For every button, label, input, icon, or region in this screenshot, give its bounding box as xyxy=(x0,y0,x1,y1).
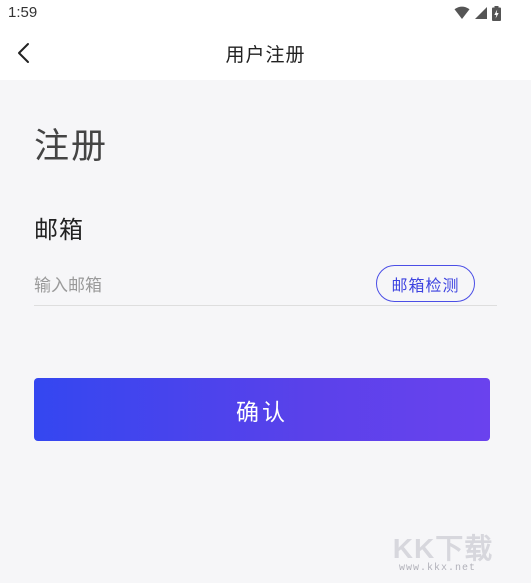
status-icons xyxy=(454,5,501,21)
wifi-icon xyxy=(454,6,470,19)
check-email-button[interactable]: 邮箱检测 xyxy=(376,265,475,302)
watermark-url: www.kkx.net xyxy=(399,563,477,574)
nav-bar: 用户注册 xyxy=(0,26,531,80)
watermark: KK下载 www.kkx.net xyxy=(383,527,523,577)
battery-charging-icon xyxy=(492,5,501,21)
form-heading: 注册 xyxy=(34,127,109,167)
status-bar: 1:59 xyxy=(0,0,531,26)
email-label: 邮箱 xyxy=(34,216,84,244)
status-time: 1:59 xyxy=(8,4,38,21)
page-title: 用户注册 xyxy=(225,44,306,66)
confirm-button[interactable]: 确认 xyxy=(34,378,490,441)
email-input[interactable] xyxy=(34,270,364,302)
cellular-signal-icon xyxy=(475,7,487,19)
email-input-underline xyxy=(34,305,497,306)
watermark-text: KK下载 xyxy=(392,533,494,564)
